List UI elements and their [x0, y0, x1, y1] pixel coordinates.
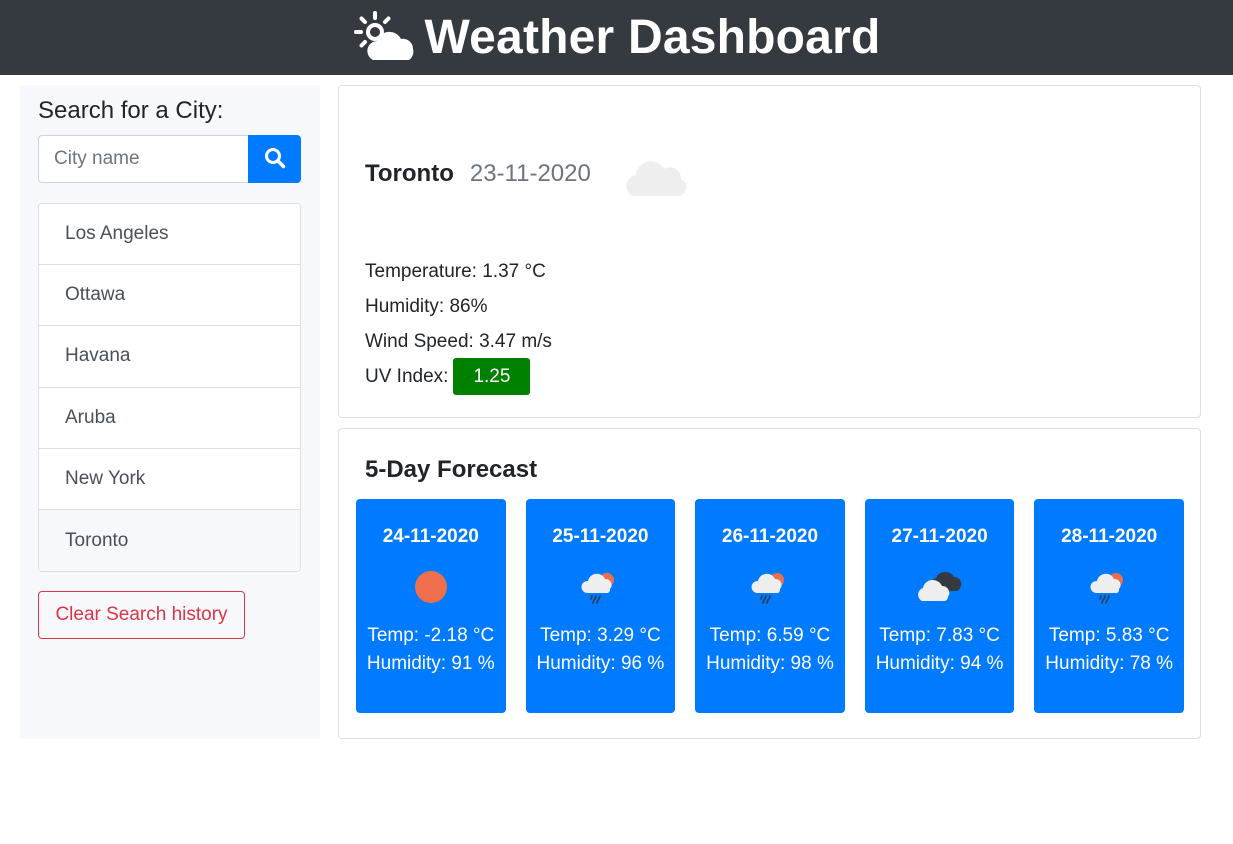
search-heading: Search for a City: — [38, 97, 224, 124]
history-item-toronto[interactable]: Toronto — [39, 509, 300, 572]
forecast-temp: Temp: 6.59 °C — [709, 625, 831, 646]
humidity-text: Humidity: 86% — [365, 295, 488, 317]
forecast-temp: Temp: 3.29 °C — [540, 625, 661, 646]
forecast-date: 25-11-2020 — [552, 526, 649, 547]
history-item-ottawa[interactable]: Ottawa — [39, 265, 300, 327]
current-stats: Temperature: 1.37 °C Humidity: 86% Wind … — [365, 254, 552, 395]
forecast-humidity: Humidity: 96 % — [536, 653, 665, 674]
temperature-text: Temperature: 1.37 °C — [365, 260, 546, 282]
forecast-date: 26-11-2020 — [721, 526, 819, 547]
sidebar: Search for a City: Los Angeles Ottawa Ha… — [20, 85, 320, 739]
forecast-date: 28-11-2020 — [1061, 526, 1158, 547]
current-weather-card: Toronto 23-11-2020 Temperature: 1.37 °C … — [338, 85, 1201, 418]
sun-rain-cloud-icon — [745, 565, 795, 609]
forecast-card: 5-Day Forecast 24-11-2020 Temp: -2.18 °C… — [338, 428, 1201, 739]
search-history-list: Los Angeles Ottawa Havana Aruba New York… — [38, 203, 301, 573]
clear-history-button[interactable]: Clear Search history — [38, 591, 245, 639]
history-item-new-york[interactable]: New York — [39, 448, 300, 510]
forecast-temp: Temp: 7.83 °C — [879, 625, 1000, 646]
forecast-humidity: Humidity: 91 % — [366, 653, 495, 674]
forecast-humidity: Humidity: 98 % — [706, 653, 834, 674]
forecast-date: 27-11-2020 — [891, 526, 988, 547]
uv-index-badge: 1.25 — [453, 358, 531, 395]
current-title-row: Toronto 23-11-2020 — [365, 146, 701, 202]
wind-speed-text: Wind Speed: 3.47 m/s — [365, 330, 552, 352]
sun-icon — [406, 565, 456, 609]
forecast-heading: 5-Day Forecast — [365, 456, 538, 483]
page-title: Weather Dashboard — [424, 11, 881, 64]
sun-cloud-icon — [353, 10, 417, 66]
history-item-los-angeles[interactable]: Los Angeles — [39, 204, 300, 266]
cloud-icon — [621, 146, 701, 202]
current-city: Toronto — [365, 160, 454, 187]
forecast-temp: Temp: -2.18 °C — [367, 625, 495, 646]
forecast-humidity: Humidity: 94 % — [875, 653, 1004, 674]
search-button[interactable] — [248, 135, 301, 183]
search-group — [38, 135, 301, 183]
history-item-havana[interactable]: Havana — [39, 326, 300, 388]
sun-rain-cloud-icon — [1084, 565, 1134, 609]
forecast-humidity: Humidity: 78 % — [1045, 653, 1174, 674]
history-item-aruba[interactable]: Aruba — [39, 387, 300, 449]
broken-clouds-icon — [915, 565, 965, 609]
current-date: 23-11-2020 — [469, 160, 591, 187]
forecast-day-card: 24-11-2020 Temp: -2.18 °C Humidity: 91 % — [356, 499, 506, 713]
forecast-day-card: 25-11-2020 Temp: 3.29 °C Humidity: 96 % — [525, 499, 676, 713]
forecast-day-card: 26-11-2020 Temp: 6.59 °C Humidity: 98 % — [695, 499, 845, 713]
forecast-day-card: 27-11-2020 Temp: 7.83 °C Humidity: 94 % — [864, 499, 1015, 713]
forecast-temp: Temp: 5.83 °C — [1048, 625, 1170, 646]
forecast-date: 24-11-2020 — [382, 526, 479, 547]
sun-rain-cloud-icon — [575, 565, 625, 609]
app-header: Weather Dashboard — [0, 0, 1233, 75]
search-input[interactable] — [38, 135, 248, 183]
search-icon — [264, 147, 286, 172]
uv-index-label: UV Index: — [365, 365, 449, 387]
uv-index-row: UV Index: 1.25 — [365, 358, 552, 395]
forecast-day-card: 28-11-2020 Temp: 5.83 °C Humidity: 78 % — [1034, 499, 1184, 713]
forecast-list: 24-11-2020 Temp: -2.18 °C Humidity: 91 %… — [356, 499, 1184, 713]
